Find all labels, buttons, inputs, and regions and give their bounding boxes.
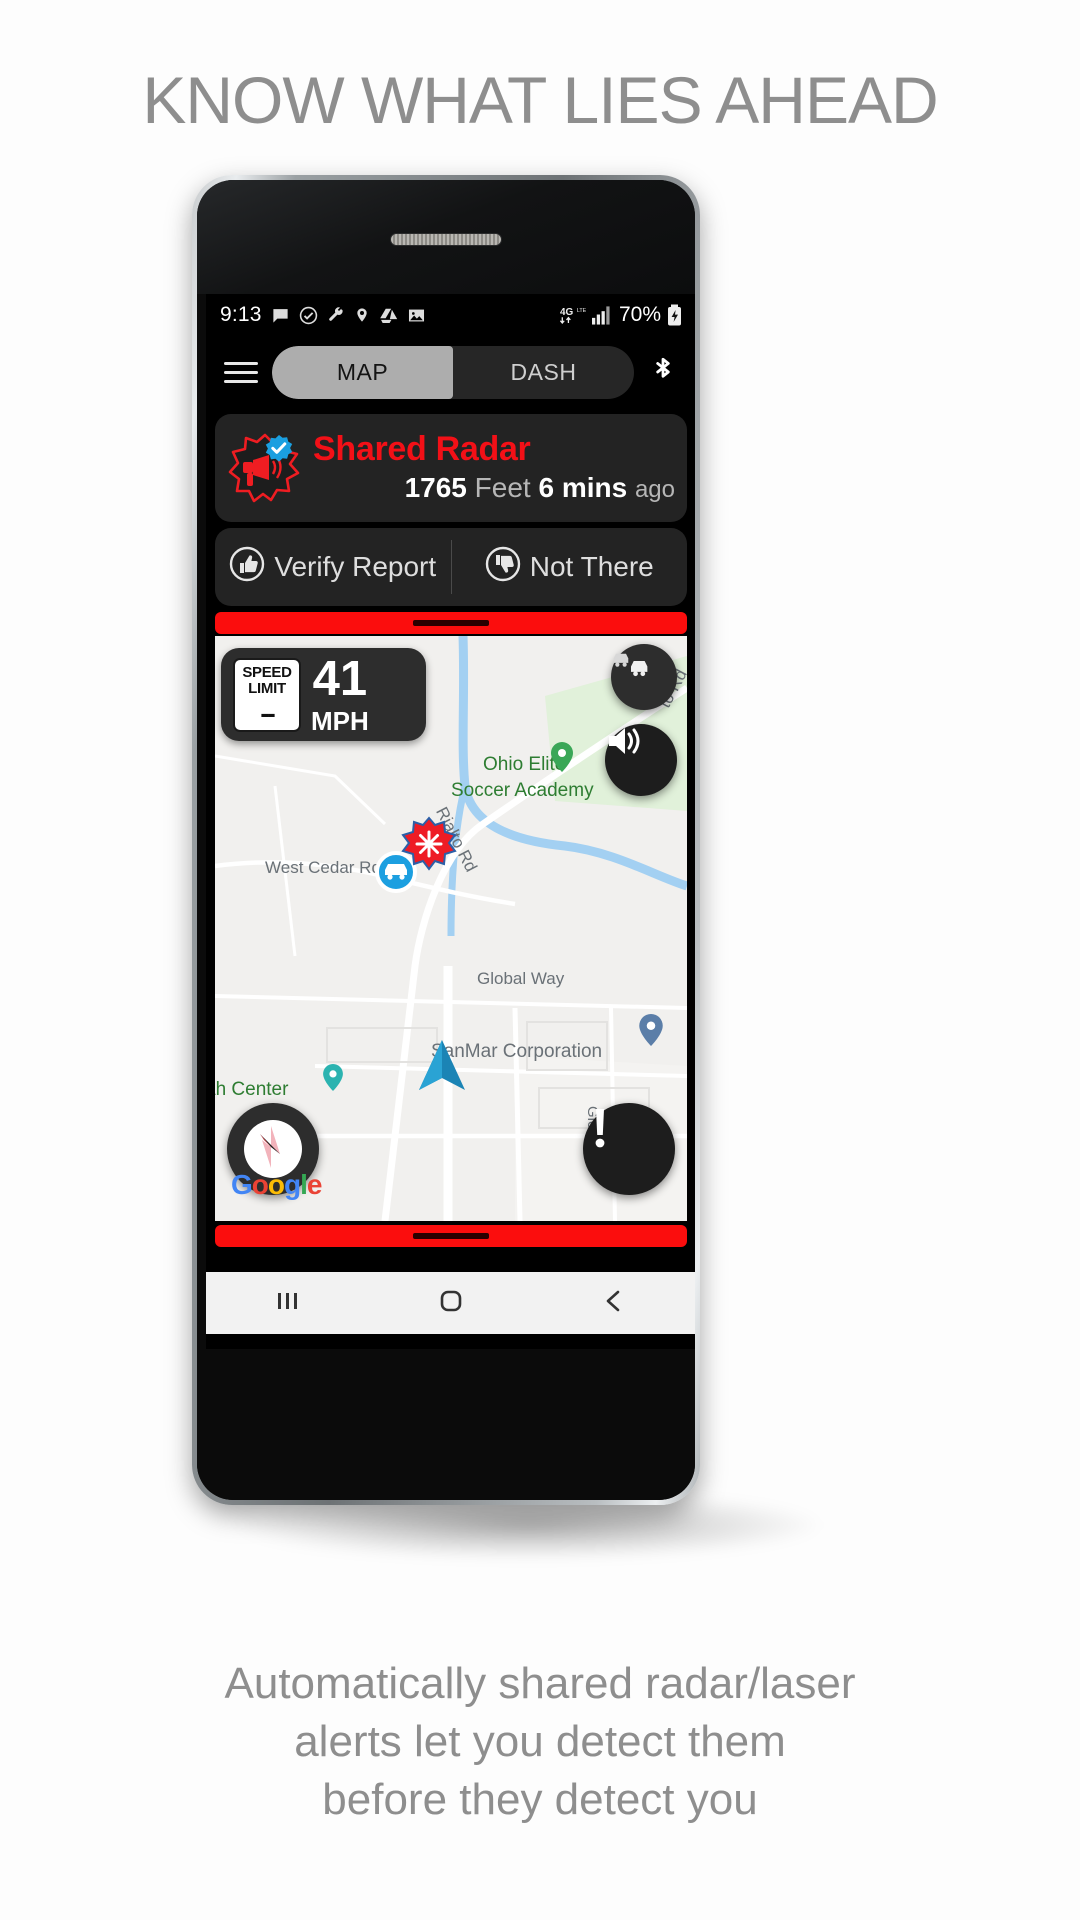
hamburger-menu-icon[interactable]	[224, 361, 258, 383]
view-mode-segmented-control[interactable]: MAP DASH	[272, 345, 634, 399]
tab-map[interactable]: MAP	[272, 345, 453, 399]
caption-line-2: alerts let you detect them	[294, 1717, 786, 1766]
signal-bars-icon	[591, 305, 613, 325]
sound-toggle-button[interactable]	[605, 724, 677, 796]
not-there-label: Not There	[529, 551, 654, 582]
phone-screen: 9:13 4G LTE 70% MAP DASH Shared Radar 17…	[206, 294, 695, 1359]
bottom-drag-handle-bar[interactable]	[215, 1225, 687, 1247]
android-nav-bar	[206, 1272, 695, 1334]
verify-report-label: Verify Report	[274, 551, 437, 582]
wrench-icon	[327, 306, 345, 324]
speed-limit-label-1: SPEED	[242, 664, 292, 681]
status-bar: 9:13 4G LTE 70%	[206, 294, 695, 336]
drive-icon	[379, 306, 398, 325]
home-button[interactable]	[436, 1286, 466, 1321]
current-speed-unit: MPH	[311, 706, 369, 736]
drag-handle[interactable]	[413, 620, 489, 626]
speed-limit-sign: SPEED LIMIT --	[233, 657, 301, 732]
alert-action-row: Verify Report Not There	[215, 528, 687, 606]
speed-widget: SPEED LIMIT -- 41 MPH	[221, 648, 426, 741]
traffic-toggle-button[interactable]	[611, 644, 677, 710]
shared-radar-verified-icon	[227, 430, 303, 506]
phone-device: 9:13 4G LTE 70% MAP DASH Shared Radar 17…	[192, 175, 700, 1505]
alert-distance-unit: Feet	[474, 471, 531, 503]
shared-radar-alert-card[interactable]: Shared Radar 1765 Feet 6 mins ago	[215, 414, 687, 522]
caption-line-1: Automatically shared radar/laser	[224, 1659, 856, 1708]
map-label-west-cedar-rd: West Cedar Rd	[265, 858, 381, 877]
alert-subtitle: 1765 Feet 6 mins ago	[313, 471, 675, 507]
earpiece-speaker	[390, 233, 502, 246]
drag-handle-bottom[interactable]	[413, 1233, 489, 1239]
speed-limit-value: --	[260, 698, 275, 728]
verify-report-button[interactable]: Verify Report	[215, 546, 451, 589]
map-label-global-way: Global Way	[477, 969, 565, 988]
google-attribution: Google	[231, 1169, 322, 1200]
location-icon	[354, 307, 370, 323]
status-time: 9:13	[220, 303, 262, 326]
check-circle-icon	[299, 306, 318, 325]
alert-title: Shared Radar	[313, 429, 531, 468]
phone-bottom-bezel	[197, 1349, 695, 1500]
caption-line-3: before they detect you	[322, 1775, 758, 1824]
tab-dash[interactable]: DASH	[453, 346, 634, 399]
battery-percent: 70%	[618, 303, 661, 326]
map-section: Ohio Elite Soccer Academy Rialto Rd to R…	[206, 612, 695, 1272]
photo-icon	[407, 306, 426, 325]
app-top-bar: MAP DASH	[206, 336, 695, 408]
svg-text:4G: 4G	[560, 307, 574, 318]
recents-button[interactable]	[273, 1286, 303, 1321]
current-speed-value: 41	[312, 652, 368, 706]
thumbs-up-icon	[229, 546, 265, 589]
speed-limit-label-2: LIMIT	[248, 680, 286, 697]
map-label-soccer-academy: Soccer Academy	[451, 780, 594, 801]
alert-age-value: 6 mins	[538, 471, 628, 503]
not-there-button[interactable]: Not There	[452, 546, 688, 589]
svg-text:LTE: LTE	[577, 308, 586, 314]
map-canvas[interactable]: Ohio Elite Soccer Academy Rialto Rd to R…	[215, 636, 687, 1221]
page-title: KNOW WHAT LIES AHEAD	[142, 63, 938, 137]
phone-top-bezel	[197, 180, 695, 294]
poster-root: KNOW WHAT LIES AHEAD 9:13 4G LTE 70% MAP…	[0, 0, 1080, 1920]
bluetooth-icon[interactable]	[648, 356, 678, 388]
top-drag-handle-bar[interactable]	[215, 612, 687, 634]
poster-caption: Automatically shared radar/laser alerts …	[0, 1655, 1080, 1829]
alert-distance-value: 1765	[404, 471, 467, 503]
alert-age-suffix: ago	[634, 475, 675, 503]
back-button[interactable]	[599, 1286, 629, 1321]
thumbs-down-icon	[485, 546, 521, 589]
message-icon	[271, 306, 290, 325]
battery-charging-icon	[667, 304, 682, 326]
report-button[interactable]	[583, 1103, 675, 1195]
network-4g-icon: 4G LTE	[559, 304, 586, 326]
map-label-ah-center: ah Center	[215, 1079, 289, 1100]
